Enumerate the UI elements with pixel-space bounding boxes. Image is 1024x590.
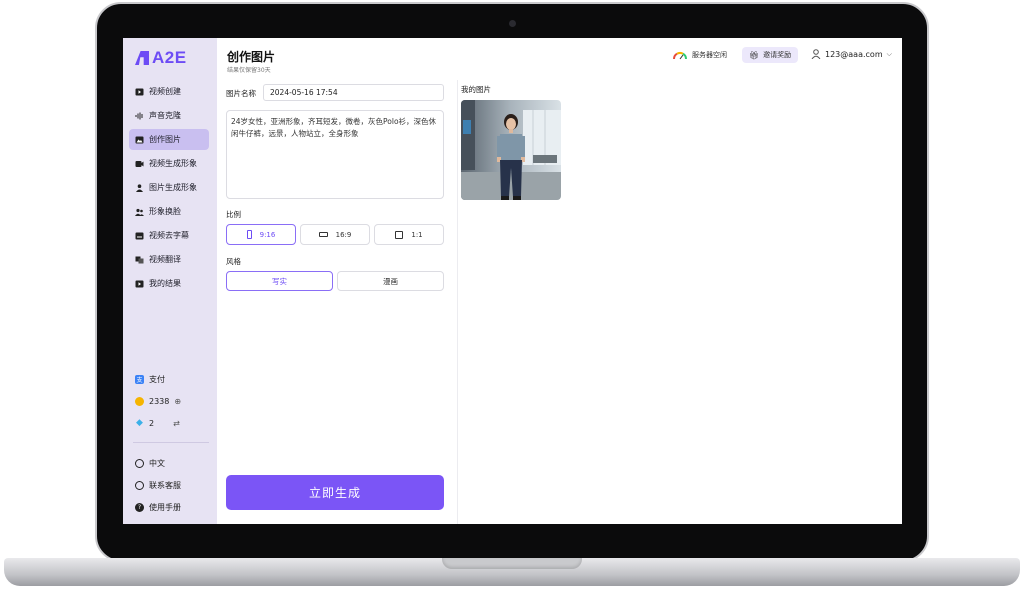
waveform-icon — [135, 112, 144, 120]
landscape-icon — [318, 232, 328, 237]
ratio-9-16-button[interactable]: 9:16 — [226, 224, 296, 245]
server-status: 服务器空闲 — [672, 50, 727, 60]
style-comic-button[interactable]: 漫画 — [337, 271, 444, 291]
sidebar-item-face-swap[interactable]: 形象换脸 — [129, 201, 209, 222]
ratio-label-text: 1:1 — [411, 230, 423, 239]
ratio-label-text: 16:9 — [335, 230, 352, 239]
video-icon — [135, 88, 144, 96]
sidebar-item-label: 视频创建 — [149, 87, 181, 96]
laptop-notch — [442, 558, 582, 569]
style-selector: 写实 漫画 — [226, 271, 444, 291]
user-email: 123@aaa.com — [825, 49, 883, 59]
server-status-label: 服务器空闲 — [692, 51, 727, 59]
page-subtitle: 结果仅保留30天 — [227, 67, 271, 74]
top-header: 创作图片 结果仅保留30天 服务器空闲 🎁︎ 邀请奖励 123@aaa.com … — [217, 38, 902, 80]
sidebar-item-voice-clone[interactable]: 声音克隆 — [129, 105, 209, 126]
translate-icon — [135, 256, 144, 264]
sidebar-item-subtitle-remove[interactable]: 视频去字幕 — [129, 225, 209, 246]
globe-icon — [135, 458, 144, 468]
results-title: 我的图片 — [461, 85, 491, 94]
subtitle-remove-icon — [135, 232, 144, 240]
sidebar-item-label: 声音克隆 — [149, 111, 181, 120]
ratio-label: 比例 — [226, 210, 241, 219]
gauge-icon — [672, 52, 688, 60]
ratio-label-text: 9:16 — [259, 230, 276, 239]
coin-count: 2338 — [149, 396, 170, 406]
ratio-1-1-button[interactable]: 1:1 — [374, 224, 444, 245]
video-avatar-icon — [135, 160, 144, 168]
sidebar-item-label: 图片生成形象 — [149, 183, 197, 192]
camera-icon — [509, 20, 516, 27]
sidebar-item-label: 创作图片 — [149, 135, 181, 144]
pay-icon: 支 — [135, 374, 144, 384]
sidebar-item-video-avatar[interactable]: 视频生成形象 — [129, 153, 209, 174]
pay-link[interactable]: 支 支付 — [135, 372, 211, 386]
style-realistic-button[interactable]: 写实 — [226, 271, 333, 291]
image-name-input[interactable]: 2024-05-16 17:54 — [263, 84, 444, 101]
results-icon — [135, 280, 144, 288]
laptop-frame: A2E 视频创建 声音克隆 创作图片 视频生成形象 图片生成形象 形象换脸 视频… — [0, 0, 1024, 590]
sidebar: A2E 视频创建 声音克隆 创作图片 视频生成形象 图片生成形象 形象换脸 视频… — [123, 38, 217, 524]
logo-icon — [135, 51, 149, 65]
sidebar-item-label: 视频翻译 — [149, 255, 181, 264]
sidebar-item-label: 形象换脸 — [149, 207, 181, 216]
sidebar-footer: 中文 联系客服 ? 使用手册 — [135, 456, 211, 514]
user-menu[interactable]: 123@aaa.com ⌵ — [811, 49, 892, 59]
add-coins-icon[interactable]: ⊕ — [174, 397, 181, 406]
user-manual[interactable]: ? 使用手册 — [135, 500, 211, 514]
gem-balance: ◆ 2 ⇄ — [135, 416, 211, 430]
sidebar-item-label: 我的结果 — [149, 279, 181, 288]
diamond-icon: ◆ — [136, 418, 143, 428]
logo[interactable]: A2E — [135, 48, 187, 68]
coin-icon — [135, 396, 144, 406]
chevron-down-icon: ⌵ — [886, 49, 892, 58]
logo-text: A2E — [152, 48, 187, 67]
sidebar-item-create-image[interactable]: 创作图片 — [129, 129, 209, 150]
language-switch[interactable]: 中文 — [135, 456, 211, 470]
account-panel: 支 支付 2338 ⊕ ◆ 2 ⇄ — [135, 372, 211, 430]
gem-count: 2 — [149, 418, 155, 428]
page-title: 创作图片 — [227, 50, 276, 64]
sidebar-divider — [133, 442, 209, 443]
sidebar-item-image-avatar[interactable]: 图片生成形象 — [129, 177, 209, 198]
pay-label: 支付 — [149, 374, 165, 384]
sidebar-item-video-translate[interactable]: 视频翻译 — [129, 249, 209, 270]
style-label: 风格 — [226, 257, 241, 266]
sidebar-item-label: 视频生成形象 — [149, 159, 197, 168]
prompt-textarea[interactable]: 24岁女性，亚洲形象，齐耳短发，微卷，灰色Polo衫，深色休闲牛仔裤，远景，人物… — [226, 110, 444, 199]
manual-label: 使用手册 — [149, 502, 181, 512]
sidebar-item-label: 视频去字幕 — [149, 231, 189, 240]
generated-image-thumbnail[interactable] — [461, 100, 561, 200]
create-image-form: 图片名称 2024-05-16 17:54 24岁女性，亚洲形象，齐耳短发，微卷… — [217, 80, 458, 524]
face-swap-icon — [135, 208, 144, 216]
coin-balance: 2338 ⊕ — [135, 394, 211, 408]
user-icon — [811, 49, 821, 59]
image-name-label: 图片名称 — [226, 89, 256, 98]
generate-button[interactable]: 立即生成 — [226, 475, 444, 510]
help-icon: ? — [135, 502, 144, 512]
ratio-selector: 9:16 16:9 1:1 — [226, 224, 444, 245]
app-screen: A2E 视频创建 声音克隆 创作图片 视频生成形象 图片生成形象 形象换脸 视频… — [123, 38, 902, 524]
generated-image — [461, 100, 561, 200]
square-icon — [395, 230, 404, 239]
ratio-16-9-button[interactable]: 16:9 — [300, 224, 370, 245]
headset-icon — [135, 480, 144, 490]
sidebar-item-my-results[interactable]: 我的结果 — [129, 273, 209, 294]
portrait-icon — [246, 230, 252, 239]
image-avatar-icon — [135, 183, 144, 192]
contact-support[interactable]: 联系客服 — [135, 478, 211, 492]
support-label: 联系客服 — [149, 480, 181, 490]
invite-label: 邀请奖励 — [763, 51, 792, 59]
gift-icon: 🎁︎ — [749, 50, 760, 60]
sidebar-nav: 视频创建 声音克隆 创作图片 视频生成形象 图片生成形象 形象换脸 视频去字幕 … — [129, 81, 209, 297]
sidebar-item-video-create[interactable]: 视频创建 — [129, 81, 209, 102]
image-icon — [135, 136, 144, 144]
invite-reward-button[interactable]: 🎁︎ 邀请奖励 — [742, 47, 799, 63]
language-label: 中文 — [149, 458, 165, 468]
exchange-icon[interactable]: ⇄ — [173, 419, 180, 428]
